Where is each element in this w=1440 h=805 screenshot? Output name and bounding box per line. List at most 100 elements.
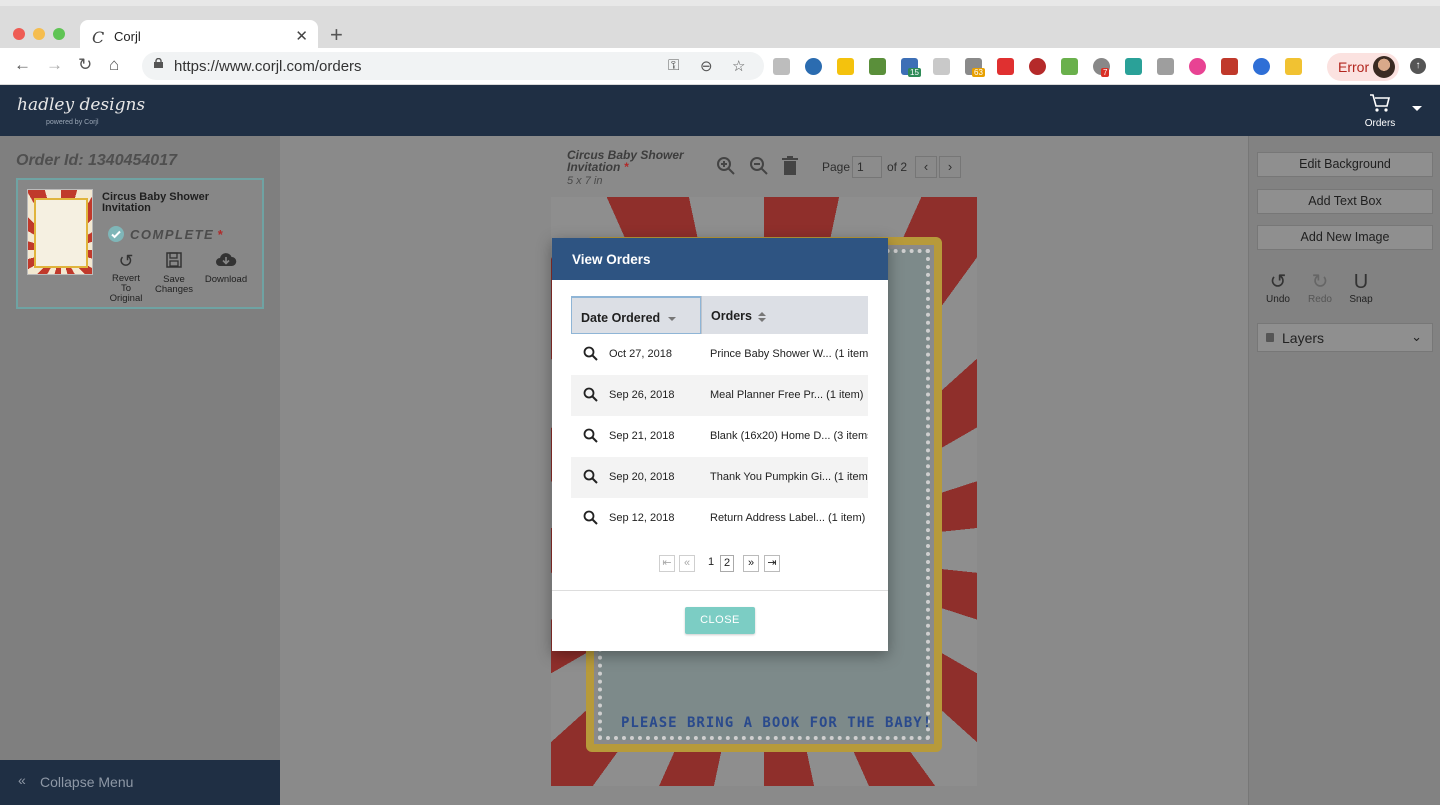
undo-button[interactable]: ↺ Undo — [1265, 272, 1291, 305]
cart-icon — [1370, 94, 1391, 112]
page-2-button[interactable]: 2 — [720, 555, 734, 572]
next-page-icon[interactable]: » — [743, 555, 759, 572]
back-icon[interactable]: ← — [14, 55, 31, 75]
page-count-label: of 2 — [887, 160, 908, 174]
forward-icon[interactable]: → — [46, 55, 63, 75]
collapse-menu-button[interactable]: « Collapse Menu — [0, 760, 280, 805]
extension-icon[interactable] — [1189, 58, 1206, 75]
document-size: 5 x 7 in — [567, 175, 603, 187]
previous-page-button[interactable]: ‹ — [915, 156, 937, 178]
orders-column-header[interactable]: Orders — [701, 296, 868, 334]
revert-button[interactable]: ↺ Revert To Original — [106, 252, 146, 304]
extension-badge: 7 — [1101, 68, 1110, 77]
last-page-icon[interactable]: ⇥ — [764, 555, 780, 572]
add-new-image-button[interactable]: Add New Image — [1257, 225, 1433, 250]
save-icon — [154, 252, 194, 271]
row-order: Blank (16x20) Home D... (3 items) — [710, 430, 868, 442]
table-row: Sep 12, 2018 Return Address Label... (1 … — [571, 498, 868, 539]
search-icon[interactable] — [583, 510, 598, 525]
extension-icon[interactable] — [1125, 58, 1142, 75]
extension-icon[interactable] — [1253, 58, 1270, 75]
first-page-icon[interactable]: ⇤ — [659, 555, 675, 572]
extension-icon[interactable] — [997, 58, 1014, 75]
download-button[interactable]: Download — [200, 252, 252, 285]
page-number-input[interactable] — [852, 156, 882, 178]
extension-icon[interactable] — [933, 58, 950, 75]
update-icon[interactable]: ↑ — [1410, 58, 1426, 74]
card-title: Circus Baby Shower Invitation — [102, 191, 209, 214]
date-ordered-column-header[interactable]: Date Ordered — [571, 296, 701, 334]
page-1-button[interactable]: 1 — [704, 555, 718, 572]
view-orders-modal: View Orders Date Ordered Orders Oct 27, … — [552, 238, 888, 651]
corjl-favicon-icon: C — [92, 28, 105, 47]
extension-icon[interactable] — [837, 58, 854, 75]
canvas-text[interactable]: PLEASE BRING A BOOK FOR THE BABY! — [621, 715, 932, 731]
extension-icon[interactable] — [869, 58, 886, 75]
home-icon[interactable]: ⌂ — [109, 55, 119, 75]
new-tab-button[interactable]: + — [330, 22, 343, 48]
modal-header: View Orders — [552, 238, 888, 280]
previous-page-icon[interactable]: « — [679, 555, 695, 572]
key-icon[interactable]: ⚿ — [668, 57, 679, 74]
extension-icon[interactable] — [1061, 58, 1078, 75]
orders-table-body: Oct 27, 2018 Prince Baby Shower W... (1 … — [571, 334, 868, 539]
check-circle-icon — [108, 226, 124, 242]
profile-error-button[interactable]: Error — [1327, 53, 1399, 81]
page-label: Page — [822, 160, 851, 174]
tab-close-icon[interactable]: ✕ — [295, 27, 308, 45]
table-row: Sep 21, 2018 Blank (16x20) Home D... (3 … — [571, 416, 868, 457]
tab-title: Corjl — [114, 29, 141, 44]
extension-icon[interactable] — [1285, 58, 1302, 75]
chevron-down-icon: ⌄ — [1411, 329, 1422, 344]
extension-icon[interactable] — [1157, 58, 1174, 75]
zoom-out-icon[interactable]: ⊖ — [700, 57, 713, 75]
collapse-menu-label: Collapse Menu — [40, 774, 134, 790]
lock-icon — [1266, 333, 1274, 342]
brand-subtitle: powered by Corjl — [46, 119, 99, 126]
close-window-button[interactable] — [13, 28, 25, 40]
save-button[interactable]: Save Changes — [154, 252, 194, 295]
close-button[interactable]: CLOSE — [685, 607, 755, 634]
row-order: Prince Baby Shower W... (1 item) — [710, 348, 868, 360]
next-page-button[interactable]: › — [939, 156, 961, 178]
row-date: Sep 20, 2018 — [609, 471, 675, 483]
bookmark-star-icon[interactable]: ☆ — [732, 57, 745, 75]
extension-icon[interactable] — [805, 58, 822, 75]
maximize-window-button[interactable] — [53, 28, 65, 40]
extension-badge: 63 — [972, 68, 985, 77]
extension-icon[interactable] — [773, 58, 790, 75]
avatar — [1373, 56, 1395, 78]
trash-icon[interactable] — [782, 156, 798, 182]
search-icon[interactable] — [583, 469, 598, 484]
extension-icon[interactable] — [1029, 58, 1046, 75]
order-id: Order Id: 1340454017 — [16, 152, 177, 169]
brand-logo[interactable]: hadley designs — [17, 95, 145, 115]
zoom-in-icon[interactable] — [716, 156, 736, 182]
edit-background-button[interactable]: Edit Background — [1257, 152, 1433, 177]
orders-button[interactable]: Orders — [1360, 93, 1400, 133]
layers-label: Layers — [1282, 330, 1325, 346]
row-order: Meal Planner Free Pr... (1 item) — [710, 389, 864, 401]
row-order: Return Address Label... (1 item) — [710, 512, 866, 524]
minimize-window-button[interactable] — [33, 28, 45, 40]
left-panel: Order Id: 1340454017 Circus Baby Shower … — [0, 136, 280, 805]
search-icon[interactable] — [583, 428, 598, 443]
modal-divider — [552, 590, 888, 591]
row-date: Sep 12, 2018 — [609, 512, 675, 524]
account-dropdown-icon[interactable] — [1412, 106, 1422, 111]
sort-descending-icon — [668, 316, 677, 321]
redo-button[interactable]: ↻ Redo — [1307, 272, 1333, 305]
search-icon[interactable] — [583, 387, 598, 402]
extension-icon[interactable] — [1221, 58, 1238, 75]
design-thumbnail[interactable] — [27, 189, 93, 275]
zoom-out-icon[interactable] — [749, 156, 769, 182]
orders-label: Orders — [1364, 118, 1396, 129]
reload-icon[interactable]: ↻ — [78, 55, 92, 75]
add-text-box-button[interactable]: Add Text Box — [1257, 189, 1433, 214]
address-bar[interactable]: https://www.corjl.com/orders ⚿ ⊖ ☆ — [142, 52, 764, 80]
layers-dropdown[interactable]: Layers ⌄ — [1257, 323, 1433, 352]
search-icon[interactable] — [583, 346, 598, 361]
double-chevron-left-icon: « — [18, 772, 26, 788]
browser-tabbar: C Corjl ✕ + — [0, 0, 1440, 54]
snap-button[interactable]: U Snap — [1348, 272, 1374, 305]
